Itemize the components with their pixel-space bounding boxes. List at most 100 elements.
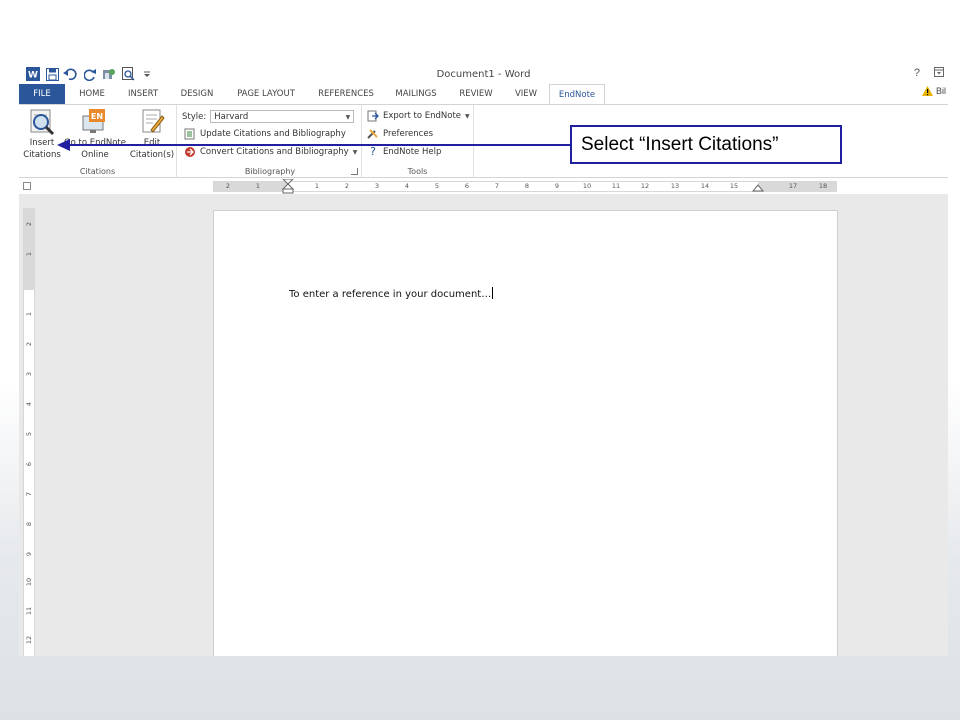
edit-citation-label-2: Citation(s)	[129, 150, 175, 160]
vertical-ruler-label: 4	[25, 401, 33, 407]
vertical-ruler-label: 12	[25, 635, 33, 645]
right-indent-marker-icon[interactable]	[751, 184, 765, 192]
vertical-ruler[interactable]: 2 1 1 2 3 4 5 6 7 8 9 10 11 12	[23, 208, 35, 656]
vertical-ruler-label: 7	[25, 491, 33, 497]
ruler-label: 17	[788, 182, 798, 190]
tools-group-label: Tools	[407, 167, 428, 176]
go-to-endnote-label-2: Online	[81, 150, 109, 160]
ruler-label: 7	[494, 182, 500, 190]
ruler-label: 2	[344, 182, 350, 190]
document-paragraph: To enter a reference in your document…	[289, 289, 492, 300]
ruler-label: 10	[582, 182, 592, 190]
svg-text:EN: EN	[91, 112, 103, 121]
tab-references[interactable]: REFERENCES	[313, 84, 379, 104]
endnote-help-label: EndNote Help	[383, 147, 442, 157]
account-area[interactable]: Bil	[921, 86, 946, 96]
ruler-label: 4	[404, 182, 410, 190]
update-citations-label: Update Citations and Bibliography	[200, 129, 346, 139]
endnote-help-button[interactable]: ? EndNote Help	[367, 146, 441, 158]
vertical-ruler-label: 5	[25, 431, 33, 437]
ruler-label: 14	[700, 182, 710, 190]
callout-text: Select “Insert Citations”	[581, 134, 779, 155]
preferences-label: Preferences	[383, 129, 433, 139]
insert-citations-label-2: Citations	[23, 150, 61, 160]
ruler-label: 13	[670, 182, 680, 190]
chevron-down-icon: ▼	[465, 112, 470, 120]
indent-marker-icon[interactable]	[281, 179, 295, 194]
document-workspace: 2 1 1 2 3 4 5 6 7 8 9 10 11 12 To enter a reference i…	[19, 194, 948, 656]
ruler-label: 5	[434, 182, 440, 190]
bibliography-group-label: Bibliography	[244, 167, 296, 176]
edit-citation-icon	[138, 108, 166, 136]
go-to-endnote-online-button[interactable]: EN Go to EndNote Online	[63, 108, 127, 161]
ruler-label: 2	[225, 182, 231, 190]
ruler-left-margin	[213, 182, 288, 191]
tools-group: Export to EndNote ▼ Preferences ? EndNot…	[362, 105, 474, 178]
vertical-ruler-label: 11	[25, 606, 33, 616]
preferences-icon	[367, 128, 379, 140]
vertical-ruler-label: 10	[25, 577, 33, 587]
text-cursor	[492, 287, 494, 299]
ruler-label: 18	[818, 182, 828, 190]
edit-citation-label-1: Edit	[143, 138, 161, 148]
document-text[interactable]: To enter a reference in your document…	[289, 287, 494, 300]
vertical-ruler-label: 2	[25, 221, 33, 227]
go-to-endnote-label-1: Go to EndNote	[64, 138, 126, 148]
chevron-down-icon: ▼	[352, 148, 358, 156]
style-dropdown[interactable]: Harvard ▼	[210, 110, 355, 123]
insert-citations-label-1: Insert	[29, 138, 55, 148]
ruler-label: 3	[374, 182, 380, 190]
convert-citations-button[interactable]: Convert Citations and Bibliography ▼	[184, 146, 357, 158]
convert-citations-label: Convert Citations and Bibliography	[200, 147, 349, 157]
tab-selector-icon[interactable]	[23, 182, 31, 190]
tab-endnote[interactable]: EndNote	[549, 84, 605, 105]
export-to-endnote-button[interactable]: Export to EndNote ▼	[367, 110, 470, 122]
bibliography-dialog-launcher-icon[interactable]	[351, 168, 358, 175]
bibliography-group: Style: Harvard ▼ Update Citations and Bi…	[179, 105, 362, 178]
tab-view[interactable]: VIEW	[507, 84, 545, 104]
title-bar: W Document1 - Word ?	[19, 64, 948, 84]
insert-citations-icon	[28, 108, 56, 136]
ruler-label: 8	[524, 182, 530, 190]
update-citations-button[interactable]: Update Citations and Bibliography	[184, 128, 346, 140]
title-controls: ?	[914, 67, 944, 80]
ruler-label: 6	[464, 182, 470, 190]
tab-insert[interactable]: INSERT	[120, 84, 166, 104]
citations-group: Insert Citations EN Go to EndNote Online…	[19, 105, 177, 178]
export-to-endnote-label: Export to EndNote	[383, 111, 462, 121]
warning-icon	[921, 86, 933, 96]
style-row: Style: Harvard ▼	[182, 110, 355, 123]
tab-mailings[interactable]: MAILINGS	[388, 84, 444, 104]
ruler-label: 15	[729, 182, 739, 190]
edit-citations-button[interactable]: Edit Citation(s)	[127, 108, 177, 161]
ruler-label: 11	[611, 182, 621, 190]
vertical-ruler-label: 6	[25, 461, 33, 467]
vertical-ruler-label: 1	[25, 251, 33, 257]
vertical-ruler-label: 1	[25, 311, 33, 317]
help-icon[interactable]: ?	[914, 67, 920, 80]
callout-box: Select “Insert Citations”	[570, 125, 842, 164]
ruler-label: 12	[640, 182, 650, 190]
insert-citations-button[interactable]: Insert Citations	[21, 108, 63, 161]
help-icon: ?	[370, 145, 376, 158]
document-page[interactable]: To enter a reference in your document…	[213, 210, 838, 656]
horizontal-ruler-area: 2 1 1 2 3 4 5 6 7 8 9 10 11 12 13 14 15 17 18	[19, 178, 948, 194]
horizontal-ruler[interactable]: 2 1 1 2 3 4 5 6 7 8 9 10 11 12 13 14 15 17 18	[213, 179, 837, 194]
tab-page-layout[interactable]: PAGE LAYOUT	[229, 84, 303, 104]
ruler-label: 1	[314, 182, 320, 190]
ribbon-display-options-icon[interactable]	[934, 67, 944, 80]
tab-home[interactable]: HOME	[69, 84, 115, 104]
tab-file[interactable]: FILE	[19, 84, 65, 104]
vertical-ruler-label: 9	[25, 551, 33, 557]
ruler-label: 1	[255, 182, 261, 190]
update-citations-icon	[184, 128, 196, 140]
vertical-ruler-label: 2	[25, 341, 33, 347]
tab-design[interactable]: DESIGN	[173, 84, 221, 104]
citations-group-label: Citations	[79, 167, 116, 176]
preferences-button[interactable]: Preferences	[367, 128, 433, 140]
ruler-label: 9	[554, 182, 560, 190]
vertical-ruler-label: 3	[25, 371, 33, 377]
style-label: Style:	[182, 111, 207, 122]
tab-review[interactable]: REVIEW	[453, 84, 499, 104]
style-value: Harvard	[214, 112, 249, 122]
